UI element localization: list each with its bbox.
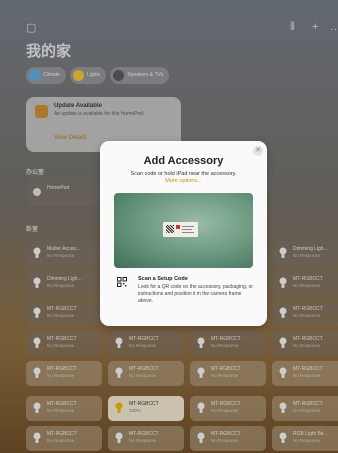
camera-viewfinder	[114, 193, 253, 268]
add-accessory-dialog: ✕ Add Accessory Scan code or hold iPad n…	[100, 141, 267, 326]
qr-code-image	[166, 225, 174, 233]
dialog-subtitle: Scan code or hold iPad near the accessor…	[130, 171, 237, 177]
label-line	[182, 226, 194, 227]
qr-code-icon	[117, 277, 127, 287]
label-line	[182, 232, 194, 233]
scan-title: Scan a Setup Code	[138, 276, 188, 282]
label-mark	[176, 225, 180, 229]
label-line	[182, 229, 192, 230]
more-options-link[interactable]: More options...	[100, 178, 267, 184]
scan-description: Look for a QR code on the accessory, pac…	[138, 284, 253, 304]
dialog-title: Add Accessory	[143, 155, 224, 167]
accessory-label	[163, 222, 198, 237]
